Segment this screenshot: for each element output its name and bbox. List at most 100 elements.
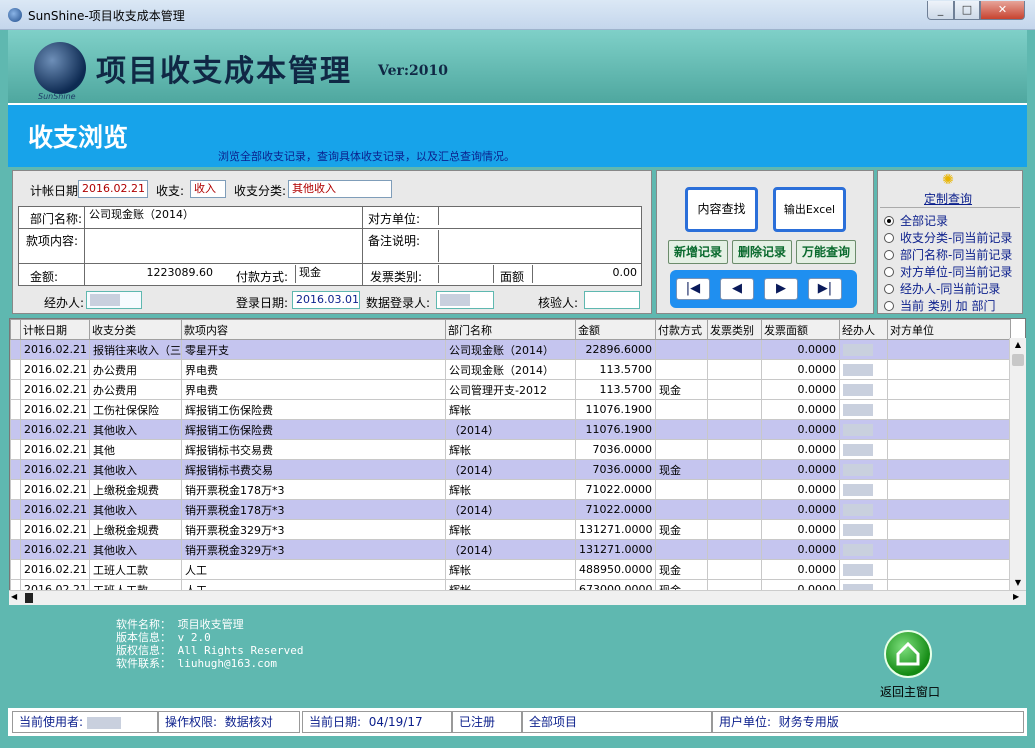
- window-title: SunShine-项目收支成本管理: [28, 9, 185, 23]
- cell-invoice-type: [707, 499, 762, 520]
- universal-query-button[interactable]: 万能查询: [796, 240, 856, 264]
- inout-field[interactable]: 收入: [190, 180, 226, 198]
- cell-amount: 113.5700: [575, 359, 656, 380]
- close-button[interactable]: ✕: [980, 1, 1025, 20]
- home-button[interactable]: [884, 630, 932, 678]
- add-record-button[interactable]: 新增记录: [668, 240, 728, 264]
- scroll-right-icon[interactable]: ▶: [1013, 592, 1019, 601]
- checker-field[interactable]: [584, 291, 640, 309]
- cell-dept: （2014）: [445, 459, 576, 480]
- cell-paytype: [655, 479, 708, 500]
- status-date-value: 04/19/17: [368, 715, 423, 729]
- table-row[interactable]: 2016.02.21 上缴税金规费 销开票税金329万*3 辉帐 131271.0000…: [10, 519, 1011, 540]
- category-label: 收支分类:: [234, 184, 287, 198]
- inout-label: 收支:: [156, 184, 185, 198]
- redacted-value: [843, 544, 873, 556]
- table-row[interactable]: 2016.02.21 办公费用 界电费 公司现金账（2014） 113.5700 0.00…: [10, 359, 1011, 380]
- next-record-button[interactable]: ▶: [764, 278, 798, 300]
- invoice-type-field[interactable]: [438, 265, 494, 283]
- column-header[interactable]: 金额: [575, 319, 656, 340]
- horizontal-scrollbar[interactable]: ◀ ▶: [9, 590, 1026, 605]
- radio-selected-icon: [884, 216, 894, 226]
- maximize-button[interactable]: □: [954, 1, 980, 20]
- radio-label: 对方单位-同当前记录: [900, 265, 1013, 279]
- vertical-scrollbar[interactable]: ▲ ▼: [1009, 338, 1026, 590]
- cell-counterparty: [887, 499, 1011, 520]
- entry-user-field[interactable]: [436, 291, 494, 309]
- first-record-button[interactable]: |◀: [676, 278, 710, 300]
- table-row[interactable]: 2016.02.21 其他 辉报销标书交易费 辉帐 7036.0000 0.0000: [10, 439, 1011, 460]
- last-record-button[interactable]: ▶|: [808, 278, 842, 300]
- redacted-value: [843, 344, 873, 356]
- cell-amount: 113.5700: [575, 379, 656, 400]
- cell-handler: [839, 499, 888, 520]
- table-row[interactable]: 2016.02.21 其他收入 辉报销工伤保险费 （2014） 11076.1900 0.…: [10, 419, 1011, 440]
- column-header[interactable]: 发票类别: [707, 319, 762, 340]
- paytype-field[interactable]: 现金: [295, 265, 361, 283]
- radio-option-cat-dept[interactable]: 当前 类别 加 部门: [884, 297, 995, 314]
- column-header[interactable]: 对方单位: [887, 319, 1011, 340]
- table-row[interactable]: 2016.02.21 其他收入 辉报销标书费交易 （2014） 7036.0000 现金 0…: [10, 459, 1011, 480]
- form-divider: [18, 228, 642, 229]
- records-grid[interactable]: 计帐日期 收支分类 款项内容 部门名称 金额 付款方式 发票类别 发票面额 经办…: [9, 318, 1026, 605]
- handler-field[interactable]: [86, 291, 142, 309]
- delete-record-button[interactable]: 删除记录: [732, 240, 792, 264]
- radio-option-handler[interactable]: 经办人-同当前记录: [884, 280, 1000, 297]
- cell-counterparty: [887, 359, 1011, 380]
- column-header[interactable]: 部门名称: [445, 319, 576, 340]
- counterparty-field[interactable]: [438, 207, 641, 225]
- cell-invoice-face: 0.0000: [761, 419, 840, 440]
- export-excel-button[interactable]: 输出Excel: [773, 187, 846, 232]
- table-row[interactable]: 2016.02.21 上缴税金规费 销开票税金178万*3 辉帐 71022.0000 0…: [10, 479, 1011, 500]
- redacted-value: [843, 384, 873, 396]
- search-content-button[interactable]: 内容查找: [685, 187, 758, 232]
- minimize-button[interactable]: _: [927, 1, 954, 20]
- radio-option-counterparty[interactable]: 对方单位-同当前记录: [884, 263, 1012, 280]
- column-header[interactable]: 经办人: [839, 319, 888, 340]
- login-date-field[interactable]: 2016.03.01: [292, 291, 360, 309]
- cell-paytype: [655, 539, 708, 560]
- table-row[interactable]: 2016.02.21 其他收入 销开票税金178万*3 （2014） 71022.000…: [10, 499, 1011, 520]
- redacted-value: [843, 444, 873, 456]
- cell-handler: [839, 559, 888, 580]
- row-selector-cell: [10, 519, 21, 540]
- radio-option-dept[interactable]: 部门名称-同当前记录: [884, 246, 1012, 263]
- table-row[interactable]: 2016.02.21 报销往来收入（三 零星开支 公司现金账（2014） 22896.6…: [10, 339, 1011, 360]
- cell-category: 工班人工款: [89, 559, 182, 580]
- amount-field[interactable]: 1223089.60: [86, 265, 216, 283]
- date-field[interactable]: 2016.02.21: [78, 180, 148, 198]
- radio-option-category[interactable]: 收支分类-同当前记录: [884, 229, 1012, 246]
- dept-field[interactable]: 公司现金账（2014）: [86, 207, 362, 225]
- scroll-thumb[interactable]: [1012, 354, 1024, 366]
- prev-record-button[interactable]: ◀: [720, 278, 754, 300]
- home-label[interactable]: 返回主窗口: [880, 683, 940, 700]
- category-field[interactable]: 其他收入: [288, 180, 392, 198]
- cell-counterparty: [887, 399, 1011, 420]
- radio-option-all[interactable]: 全部记录: [884, 212, 948, 229]
- column-header[interactable]: 收支分类: [89, 319, 182, 340]
- column-header[interactable]: 款项内容: [181, 319, 446, 340]
- column-header[interactable]: 付款方式: [655, 319, 708, 340]
- face-field[interactable]: 0.00: [532, 265, 640, 283]
- form-divider: [18, 263, 642, 264]
- table-row[interactable]: 2016.02.21 工班人工款 人工 辉帐 488950.0000 现金 0.0000: [10, 559, 1011, 580]
- column-header[interactable]: 发票面额: [761, 319, 840, 340]
- remark-field[interactable]: [438, 230, 641, 262]
- scroll-down-icon[interactable]: ▼: [1010, 576, 1026, 590]
- row-selector-cell: [10, 399, 21, 420]
- scroll-thumb[interactable]: [25, 593, 33, 603]
- cell-invoice-face: 0.0000: [761, 459, 840, 480]
- table-row[interactable]: 2016.02.21 其他收入 销开票税金329万*3 （2014） 131271.00…: [10, 539, 1011, 560]
- table-row[interactable]: 2016.02.21 工伤社保保险 辉报销工伤保险费 辉帐 11076.1900 0.00…: [10, 399, 1011, 420]
- radio-icon: [884, 267, 894, 277]
- table-row[interactable]: 2016.02.21 办公费用 界电费 公司管理开支-2012 113.5700 现金 0.…: [10, 379, 1011, 400]
- custom-query-title[interactable]: 定制查询: [924, 190, 972, 207]
- cell-dept: 公司现金账（2014）: [445, 339, 576, 360]
- scroll-up-icon[interactable]: ▲: [1010, 338, 1026, 352]
- scroll-left-icon[interactable]: ◀: [11, 592, 17, 601]
- column-header[interactable]: 计帐日期: [20, 319, 90, 340]
- cell-counterparty: [887, 419, 1011, 440]
- cell-paytype: [655, 419, 708, 440]
- content-field[interactable]: [86, 230, 361, 262]
- cell-dept: 公司管理开支-2012: [445, 379, 576, 400]
